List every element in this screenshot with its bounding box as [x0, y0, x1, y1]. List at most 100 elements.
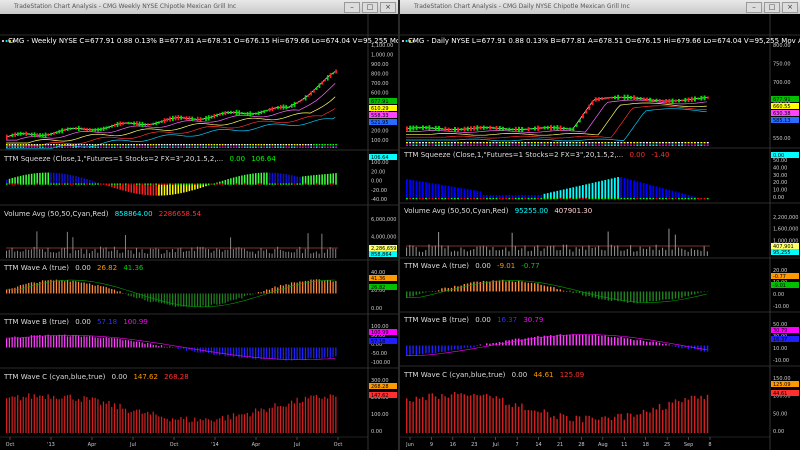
- daily-chart-window[interactable]: TradeStation Chart Analysis - CMG Daily …: [400, 0, 800, 450]
- squeeze-dot: [671, 197, 674, 200]
- volume-bar: [246, 250, 248, 258]
- wave-histogram-bar: [111, 338, 113, 348]
- volume-bar: [224, 249, 226, 258]
- volume-label: Volume Avg (50,50,Cyan,Red): [4, 210, 109, 218]
- volume-bar: [441, 245, 443, 256]
- squeeze-dot: [623, 197, 626, 200]
- squeeze-dot: [444, 197, 447, 200]
- wave-histogram-bar: [534, 283, 536, 292]
- squeeze-dot: [594, 197, 597, 200]
- squeeze-histogram-bar: [473, 190, 475, 199]
- paintbar-dot: [604, 144, 607, 146]
- wave-histogram-bar: [97, 399, 99, 433]
- squeeze-dot: [649, 197, 651, 200]
- squeeze-histogram-bar: [428, 182, 431, 199]
- paintbar-dot: [266, 146, 268, 148]
- volume-bar: [102, 248, 104, 258]
- volume-bar: [293, 252, 295, 258]
- price-tag-label: 677.91: [773, 97, 791, 103]
- paintbar-dot: [194, 144, 196, 146]
- price-candle: [607, 96, 610, 99]
- wave-histogram-bar: [441, 394, 443, 433]
- price-candle: [166, 118, 169, 122]
- time-axis-label: Oct: [170, 442, 179, 448]
- volume-bar: [241, 248, 243, 258]
- wave-histogram-bar: [527, 410, 530, 433]
- wave-c-value-1: 0.00: [111, 373, 128, 381]
- wave-histogram-bar: [102, 401, 105, 433]
- paintbar-dot: [119, 146, 122, 148]
- time-axis-label: 8: [708, 442, 711, 448]
- squeeze-histogram-bar: [671, 190, 674, 199]
- wave-histogram-bar: [17, 286, 19, 294]
- squeeze-dot: [620, 197, 623, 200]
- wave-histogram-bar: [122, 340, 124, 348]
- wave-histogram-bar: [271, 347, 273, 359]
- wave-histogram-bar: [155, 345, 157, 348]
- weekly-chart-canvas[interactable]: CMG - Weekly NYSE C=677.91 0.88 0.13% B=…: [0, 0, 398, 450]
- wave-histogram-bar: [47, 334, 49, 348]
- wave-histogram-bar: [630, 291, 632, 302]
- paintbar-dot: [524, 144, 527, 146]
- volume-bar: [655, 244, 657, 256]
- wave-histogram-bar: [425, 291, 427, 293]
- volume-bar: [473, 249, 475, 256]
- squeeze-histogram-bar: [64, 173, 66, 185]
- squeeze-dot: [703, 197, 706, 200]
- paintbar-dot: [66, 144, 69, 146]
- paintbar-dot: [457, 144, 460, 146]
- squeeze-histogram-bar: [136, 184, 138, 194]
- wave-histogram-bar: [290, 282, 293, 294]
- wave-axis-tick: 50.00: [773, 411, 787, 417]
- squeeze-dot: [588, 197, 591, 200]
- volume-bar: [543, 248, 545, 256]
- paintbar-dot: [14, 146, 16, 148]
- price-axis-tick: 700.00: [371, 81, 389, 87]
- wave-histogram-bar: [438, 398, 440, 433]
- price-candle: [703, 95, 706, 101]
- paintbar-dot: [28, 144, 30, 146]
- paintbar-dot: [412, 142, 415, 144]
- paintbar-dot: [332, 146, 335, 148]
- volume-value-2: 2286658.54: [158, 210, 202, 218]
- price-candle: [249, 111, 252, 117]
- price-candle: [185, 116, 188, 121]
- volume-bar: [492, 247, 494, 256]
- paintbar-dot: [566, 144, 568, 146]
- squeeze-histogram-bar: [441, 184, 443, 199]
- paintbar-dot: [232, 144, 235, 146]
- daily-chart-canvas[interactable]: CMG - Daily NYSE L=677.91 0.88 0.13% B=6…: [400, 0, 800, 450]
- weekly-chart-window[interactable]: TradeStation Chart Analysis - CMG Weekly…: [0, 0, 400, 450]
- wave-histogram-bar: [255, 408, 257, 433]
- paintbar-dot: [444, 142, 447, 144]
- squeeze-axis-tick: 20.00: [773, 180, 787, 186]
- paintbar-dot: [639, 144, 642, 146]
- wave-histogram-bar: [124, 339, 127, 348]
- wave-histogram-bar: [75, 281, 77, 294]
- volume-bar: [310, 253, 312, 258]
- wave-histogram-bar: [607, 417, 610, 433]
- wave-histogram-bar: [585, 415, 587, 433]
- squeeze-histogram-bar: [438, 184, 440, 199]
- paintbar-dot: [268, 146, 271, 148]
- volume-bar: [91, 250, 93, 258]
- paintbar-dot: [238, 146, 241, 148]
- wave-histogram-bar: [252, 412, 254, 433]
- wave-histogram-bar: [431, 345, 434, 354]
- volume-bar: [454, 250, 456, 256]
- paintbar-dot: [620, 142, 623, 144]
- price-candle: [315, 86, 318, 90]
- wave-histogram-bar: [652, 291, 654, 302]
- volume-bar: [277, 246, 279, 258]
- paintbar-dot: [412, 144, 415, 146]
- paintbar-dot: [122, 144, 124, 146]
- wave-histogram-bar: [202, 420, 204, 433]
- wave-histogram-bar: [282, 347, 284, 360]
- wave-histogram-bar: [681, 402, 683, 433]
- price-candle: [406, 126, 408, 131]
- wave-histogram-bar: [205, 418, 207, 433]
- wave-histogram-bar: [447, 288, 450, 292]
- wave-histogram-bar: [41, 280, 44, 294]
- squeeze-dot: [61, 183, 63, 185]
- price-candle: [482, 125, 485, 130]
